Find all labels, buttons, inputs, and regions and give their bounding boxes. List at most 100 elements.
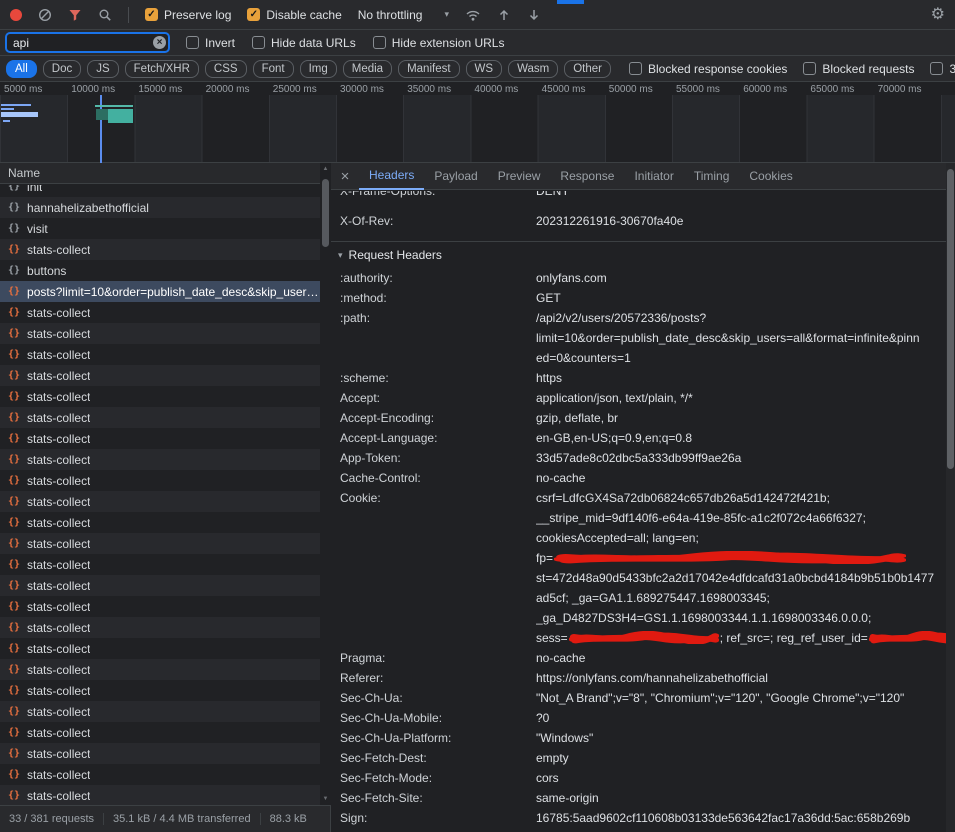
timeline-overview[interactable]: 5000 ms10000 ms15000 ms20000 ms25000 ms3… (0, 82, 955, 163)
blocked-response-cookies-checkbox[interactable]: Blocked response cookies (629, 62, 787, 76)
filter-pill-fetch-xhr[interactable]: Fetch/XHR (125, 60, 199, 78)
filter-pill-img[interactable]: Img (300, 60, 337, 78)
request-row[interactable]: {}stats-collect (0, 722, 330, 743)
header-value: https://onlyfans.com/hannahelizabethoffi… (536, 668, 946, 688)
close-icon[interactable]: × (331, 163, 359, 189)
header-name: Sec-Ch-Ua: (340, 688, 536, 708)
request-row[interactable]: {}stats-collect (0, 533, 330, 554)
script-icon: {} (8, 328, 20, 339)
checkbox-unchecked-icon (373, 36, 386, 49)
tab-response[interactable]: Response (550, 163, 624, 190)
request-name: stats-collect (27, 369, 90, 383)
hide-extension-urls-checkbox[interactable]: Hide extension URLs (373, 36, 505, 50)
requests-panel: Name {}init{}hannahelizabethofficial{}vi… (0, 163, 331, 805)
filter-pill-js[interactable]: JS (87, 60, 118, 78)
request-row[interactable]: {}init (0, 185, 330, 197)
request-row[interactable]: {}stats-collect (0, 554, 330, 575)
clear-input-icon[interactable]: × (153, 36, 166, 49)
filter-pill-ws[interactable]: WS (466, 60, 503, 78)
request-row[interactable]: {}posts?limit=10&order=publish_date_desc… (0, 281, 330, 302)
request-row[interactable]: {}hannahelizabethofficial (0, 197, 330, 218)
tab-initiator[interactable]: Initiator (624, 163, 683, 190)
request-row[interactable]: {}stats-collect (0, 764, 330, 785)
request-row[interactable]: {}stats-collect (0, 407, 330, 428)
name-column-header[interactable]: Name (0, 163, 330, 184)
hide-data-urls-checkbox[interactable]: Hide data URLs (252, 36, 356, 50)
filter-icon[interactable] (68, 8, 82, 22)
section-title: Request Headers (349, 248, 442, 262)
export-har-icon[interactable] (527, 8, 541, 22)
script-icon: {} (8, 496, 20, 507)
request-row[interactable]: {}stats-collect (0, 743, 330, 764)
request-row[interactable]: {}stats-collect (0, 470, 330, 491)
search-icon[interactable] (98, 8, 112, 22)
scrollbar-thumb[interactable] (322, 179, 329, 247)
header-row: :scheme:https (331, 368, 946, 388)
tab-headers[interactable]: Headers (359, 163, 424, 190)
filter-pill-css[interactable]: CSS (205, 60, 247, 78)
tab-payload[interactable]: Payload (424, 163, 487, 190)
request-row[interactable]: {}stats-collect (0, 701, 330, 722)
request-row[interactable]: {}stats-collect (0, 428, 330, 449)
record-button[interactable] (10, 9, 22, 21)
request-row[interactable]: {}stats-collect (0, 386, 330, 407)
filter-input[interactable] (6, 33, 169, 52)
throttling-select[interactable]: No throttling ▾ (358, 8, 449, 22)
disable-cache-checkbox[interactable]: Disable cache (247, 8, 341, 22)
request-row[interactable]: {}stats-collect (0, 449, 330, 470)
blocked-requests-checkbox[interactable]: Blocked requests (803, 62, 914, 76)
request-details-pane: × HeadersPayloadPreviewResponseInitiator… (331, 163, 955, 832)
preserve-log-checkbox[interactable]: Preserve log (145, 8, 231, 22)
header-name: Time: (340, 828, 536, 832)
request-list-scrollbar[interactable]: ▲ ▼ (320, 163, 331, 805)
request-row[interactable]: {}stats-collect (0, 680, 330, 701)
scroll-down-arrow-icon[interactable]: ▼ (320, 796, 331, 802)
filter-pill-media[interactable]: Media (343, 60, 392, 78)
request-name: stats-collect (27, 726, 90, 740)
invert-checkbox[interactable]: Invert (186, 36, 235, 50)
details-scrollbar[interactable] (946, 163, 955, 832)
scrollbar-thumb[interactable] (947, 169, 954, 469)
request-row[interactable]: {}buttons (0, 260, 330, 281)
network-conditions-icon[interactable] (465, 8, 481, 22)
filter-pill-font[interactable]: Font (253, 60, 294, 78)
settings-gear-icon[interactable]: ⚙ (931, 7, 945, 23)
tab-cookies[interactable]: Cookies (739, 163, 802, 190)
request-row[interactable]: {}visit (0, 218, 330, 239)
request-row[interactable]: {}stats-collect (0, 575, 330, 596)
header-name: Accept-Encoding: (340, 408, 536, 428)
request-row[interactable]: {}stats-collect (0, 512, 330, 533)
request-row[interactable]: {}stats-collect (0, 323, 330, 344)
filter-pill-other[interactable]: Other (564, 60, 611, 78)
request-row[interactable]: {} stats-collect (0, 491, 330, 512)
request-row[interactable]: {}stats-collect (0, 617, 330, 638)
script-icon: {} (8, 223, 20, 234)
scroll-up-arrow-icon[interactable]: ▲ (320, 166, 331, 172)
header-value-line: csrf=LdfcGX4Sa72db06824c657db26a5d142472… (536, 488, 946, 508)
request-row[interactable]: {}stats-collect (0, 596, 330, 617)
clear-icon[interactable] (38, 8, 52, 22)
tab-preview[interactable]: Preview (488, 163, 551, 190)
filter-pill-doc[interactable]: Doc (43, 60, 81, 78)
request-row[interactable]: {}stats-collect (0, 659, 330, 680)
request-row[interactable]: {}stats-collect (0, 344, 330, 365)
checkbox-unchecked-icon (803, 62, 816, 75)
request-headers-section[interactable]: ▾ Request Headers (331, 241, 946, 268)
invert-label: Invert (205, 36, 235, 50)
filter-pill-all[interactable]: All (6, 60, 37, 78)
script-icon: {} (8, 790, 20, 801)
request-name: stats-collect (27, 747, 90, 761)
third-party-requests-checkbox[interactable]: 3rd-party requests (930, 62, 955, 76)
timeline-tick-label: 35000 ms (407, 84, 451, 95)
request-row[interactable]: {}stats-collect (0, 365, 330, 386)
filter-pill-manifest[interactable]: Manifest (398, 60, 459, 78)
filter-pill-wasm[interactable]: Wasm (508, 60, 558, 78)
request-row[interactable]: {}stats-collect (0, 638, 330, 659)
request-row[interactable]: {}stats-collect (0, 302, 330, 323)
header-value: ?0 (536, 708, 946, 728)
tab-timing[interactable]: Timing (684, 163, 740, 190)
request-row[interactable]: {}stats-collect (0, 785, 330, 805)
import-har-icon[interactable] (497, 8, 511, 22)
request-row[interactable]: {}stats-collect (0, 239, 330, 260)
request-name: stats-collect (27, 495, 90, 509)
